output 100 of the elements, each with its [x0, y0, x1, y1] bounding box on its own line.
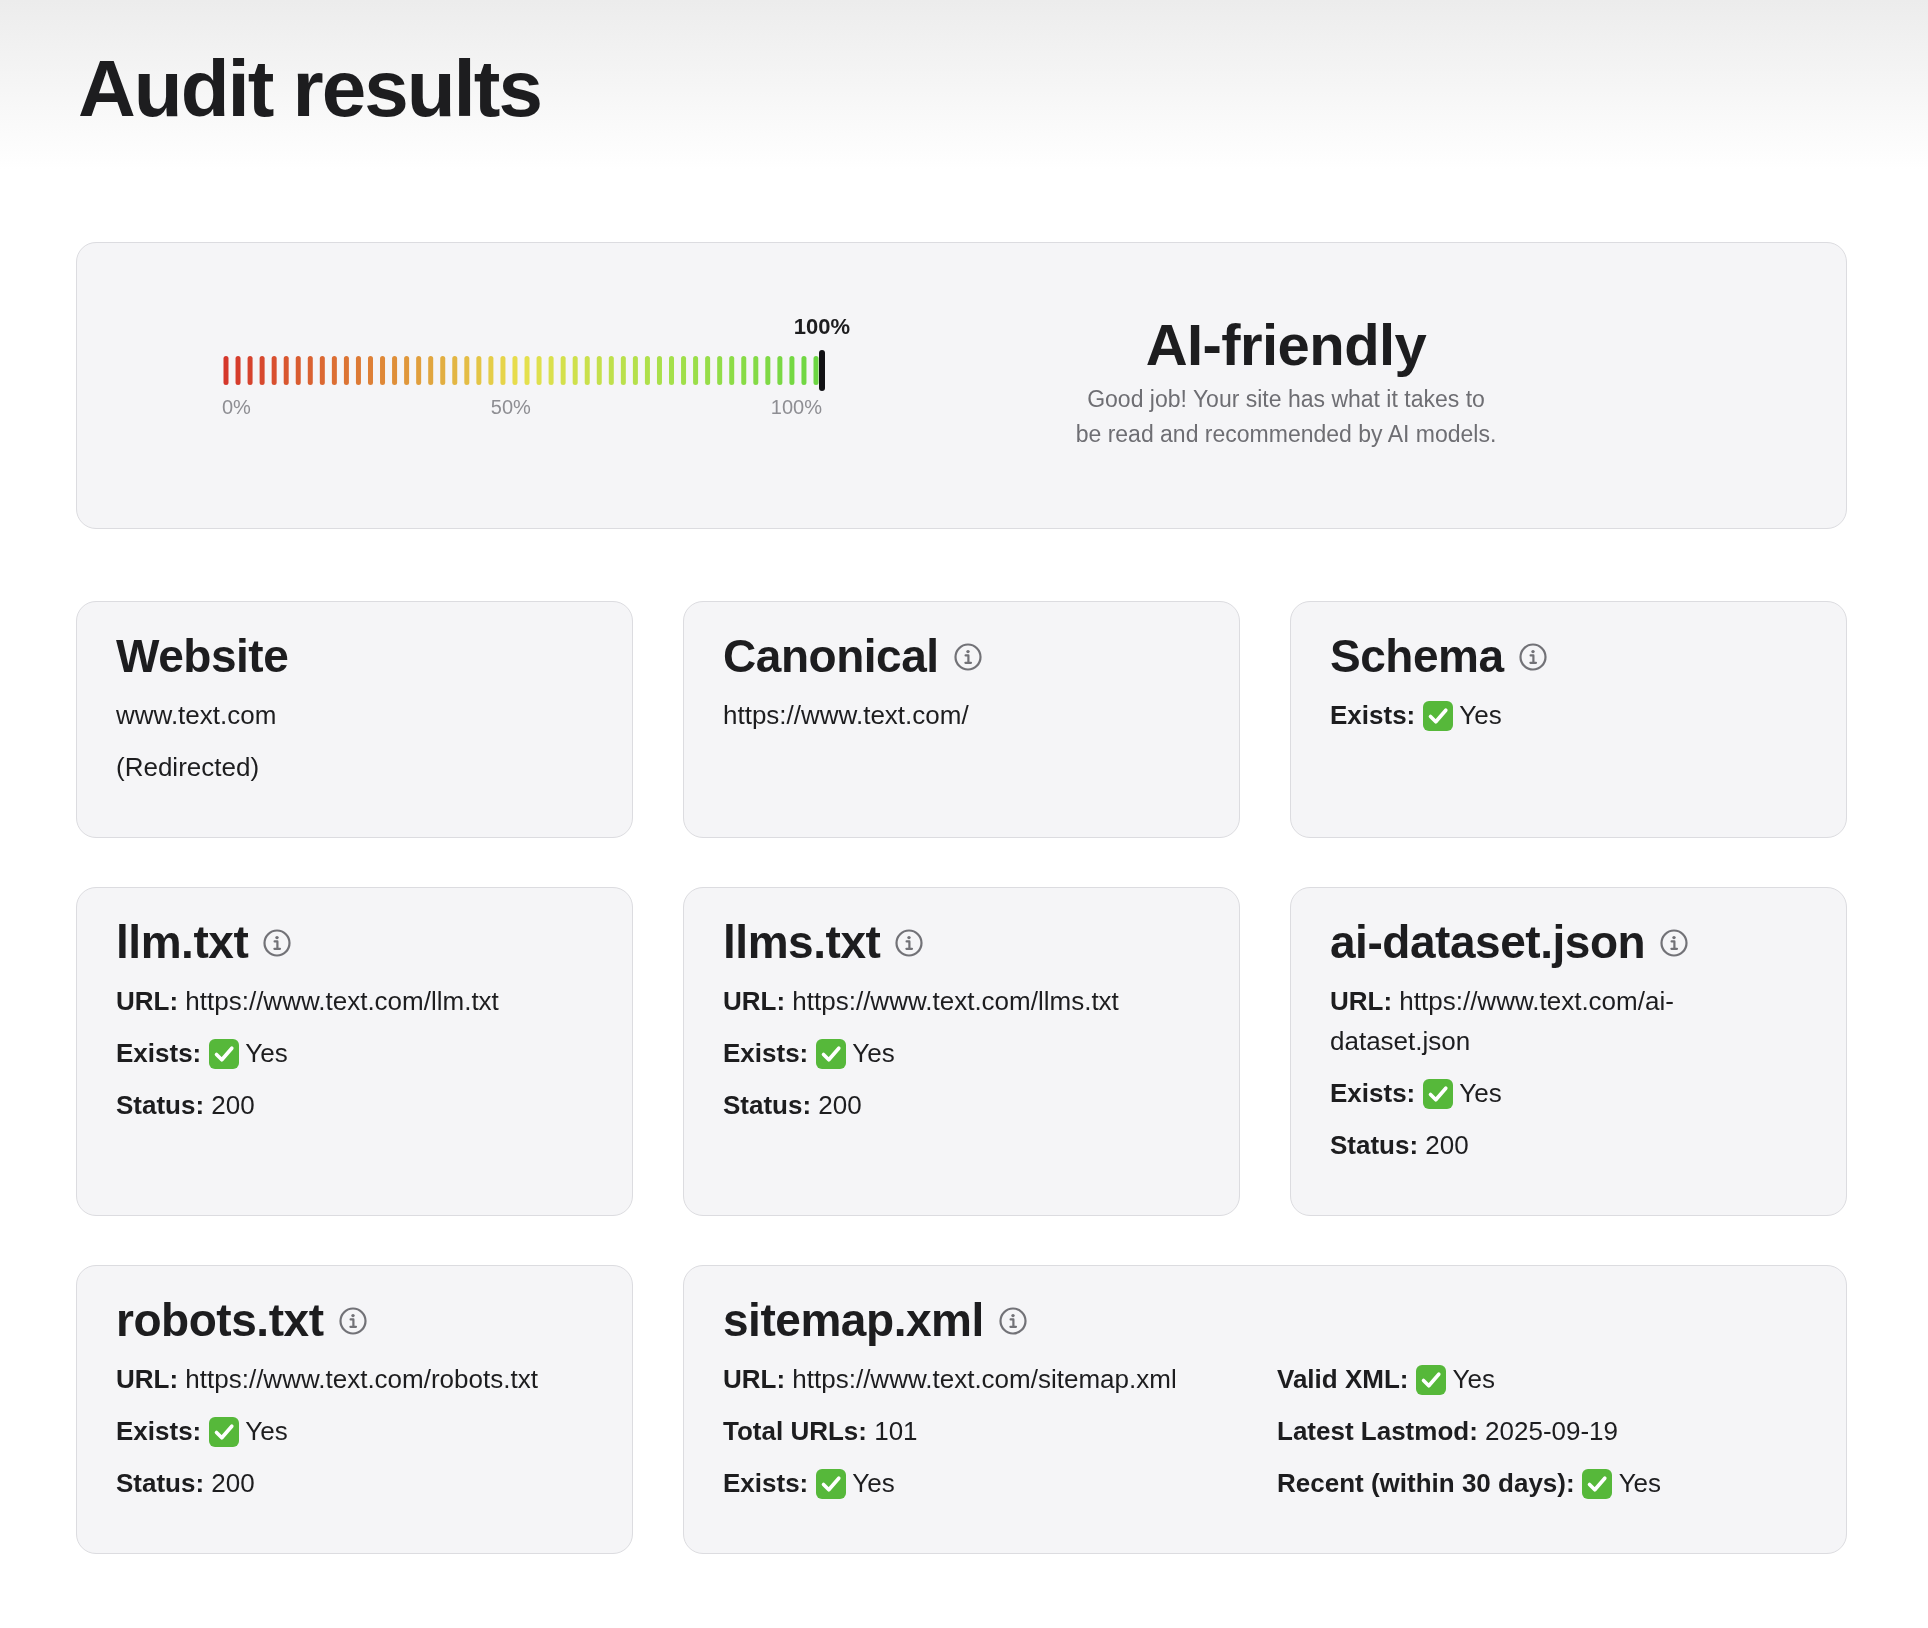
gauge-segment: [283, 356, 289, 385]
field-value: Yes: [1452, 1364, 1495, 1394]
detail-line: URL: https://www.text.com/llms.txt: [723, 985, 1119, 1018]
field-value: Yes: [1459, 700, 1502, 730]
gauge-segment: [223, 356, 229, 385]
card-title: ai-dataset.json: [1330, 915, 1646, 970]
gauge-segment: [572, 356, 578, 385]
gauge-segment: [753, 356, 759, 385]
detail-line: Total URLs: 101: [723, 1415, 918, 1448]
card-title: Canonical: [723, 629, 939, 684]
detail-line: URL: https://www.text.com/llm.txt: [116, 985, 499, 1018]
detail-line: Latest Lastmod: 2025-09-19: [1277, 1415, 1619, 1448]
field-label: Exists:: [116, 1416, 202, 1446]
gauge-segment: [560, 356, 566, 385]
gauge-segment: [319, 356, 325, 385]
scale-label: 50%: [490, 395, 531, 419]
gauge-segment: [548, 356, 554, 385]
card-title: robots.txt: [116, 1293, 324, 1348]
gauge-segment: [681, 356, 687, 385]
gauge-segment: [416, 356, 422, 385]
scale-label: 0%: [222, 395, 251, 419]
gauge-segment: [452, 356, 458, 385]
gauge-segment: [259, 356, 265, 385]
detail-line: URL: https://www.text.com/sitemap.xml: [723, 1363, 1177, 1396]
field-label: Exists:: [116, 1038, 202, 1068]
gauge-segment: [343, 356, 349, 385]
field-label: Recent (within 30 days):: [1277, 1468, 1575, 1498]
detail-line: URL: https://www.text.com/ai-dataset.json: [1330, 985, 1675, 1058]
gauge-segment: [632, 356, 638, 385]
field-value: Yes: [852, 1038, 895, 1068]
gauge-segment: [500, 356, 506, 385]
info-icon[interactable]: [1660, 928, 1689, 957]
gauge-segment: [295, 356, 301, 385]
gauge-segment: [355, 356, 361, 385]
info-icon[interactable]: [263, 928, 292, 957]
field-value: Yes: [852, 1468, 895, 1498]
gauge-segment: [247, 356, 253, 385]
info-icon[interactable]: [998, 1306, 1027, 1335]
info-icon[interactable]: [895, 928, 924, 957]
gauge-segment: [789, 356, 795, 385]
gauge-segment: [584, 356, 590, 385]
gauge-segment: [705, 356, 711, 385]
field-value: Yes: [1618, 1468, 1662, 1498]
gauge-segment: [813, 356, 819, 385]
field-label: Exists:: [1330, 1078, 1416, 1108]
gauge-segment: [331, 356, 337, 385]
gauge-segment: [512, 356, 518, 385]
gauge-segment: [464, 356, 470, 385]
gauge-segment: [476, 356, 482, 385]
detail-line: URL: https://www.text.com/robots.txt: [116, 1363, 538, 1396]
gauge-segment: [404, 356, 410, 385]
gauge-segment: [524, 356, 530, 385]
field-value: Yes: [245, 1416, 288, 1446]
score-value: 100%: [793, 314, 851, 340]
gauge-segment: [536, 356, 542, 385]
field-label: Valid XML:: [1277, 1364, 1409, 1394]
field-label: Exists:: [1330, 700, 1416, 730]
field-label: Exists:: [723, 1468, 809, 1498]
scale-label: 100%: [770, 395, 822, 419]
verdict-heading: AI-friendly: [1145, 311, 1427, 378]
gauge-segment: [741, 356, 747, 385]
card-title: llm.txt: [116, 915, 249, 970]
page-title: Audit results: [78, 49, 541, 129]
field-label: Exists:: [723, 1038, 809, 1068]
gauge-segment: [608, 356, 614, 385]
gauge-segment: [644, 356, 650, 385]
gauge-segment: [729, 356, 735, 385]
detail-line: Status: 200: [723, 1089, 862, 1122]
gauge-segment: [765, 356, 771, 385]
gauge-segment: [271, 356, 277, 385]
gauge-segment: [656, 356, 662, 385]
card-text: (Redirected): [116, 751, 260, 784]
gauge-segment: [693, 356, 699, 385]
gauge-segment: [488, 356, 494, 385]
field-value: Yes: [245, 1038, 288, 1068]
detail-line: Status: 200: [116, 1089, 255, 1122]
gauge-segment: [596, 356, 602, 385]
detail-line: Status: 200: [1330, 1129, 1469, 1162]
gauge-segment: [620, 356, 626, 385]
card-text: https://www.text.com/: [723, 699, 969, 732]
card-title: Website: [116, 629, 289, 684]
card-title: llms.txt: [723, 915, 881, 970]
gauge-segment: [717, 356, 723, 385]
info-icon[interactable]: [338, 1306, 367, 1335]
card-text: www.text.com: [116, 699, 277, 732]
verdict-message: Good job! Your site has what it takes to be read and recommended by AI models.: [1074, 385, 1498, 449]
card-title: Schema: [1330, 629, 1504, 684]
gauge-segment: [777, 356, 783, 385]
gauge-segment: [428, 356, 434, 385]
info-icon[interactable]: [953, 642, 982, 671]
info-icon[interactable]: [1518, 642, 1547, 671]
gauge-segment: [368, 356, 373, 385]
detail-line: Status: 200: [116, 1467, 255, 1500]
gauge-segment: [392, 356, 398, 385]
card-title: sitemap.xml: [723, 1293, 984, 1348]
gauge-segment: [440, 356, 446, 385]
gauge-segment: [235, 356, 241, 385]
gauge-segment: [380, 356, 386, 385]
gauge-segment: [801, 356, 807, 385]
gauge-segment: [669, 356, 674, 385]
